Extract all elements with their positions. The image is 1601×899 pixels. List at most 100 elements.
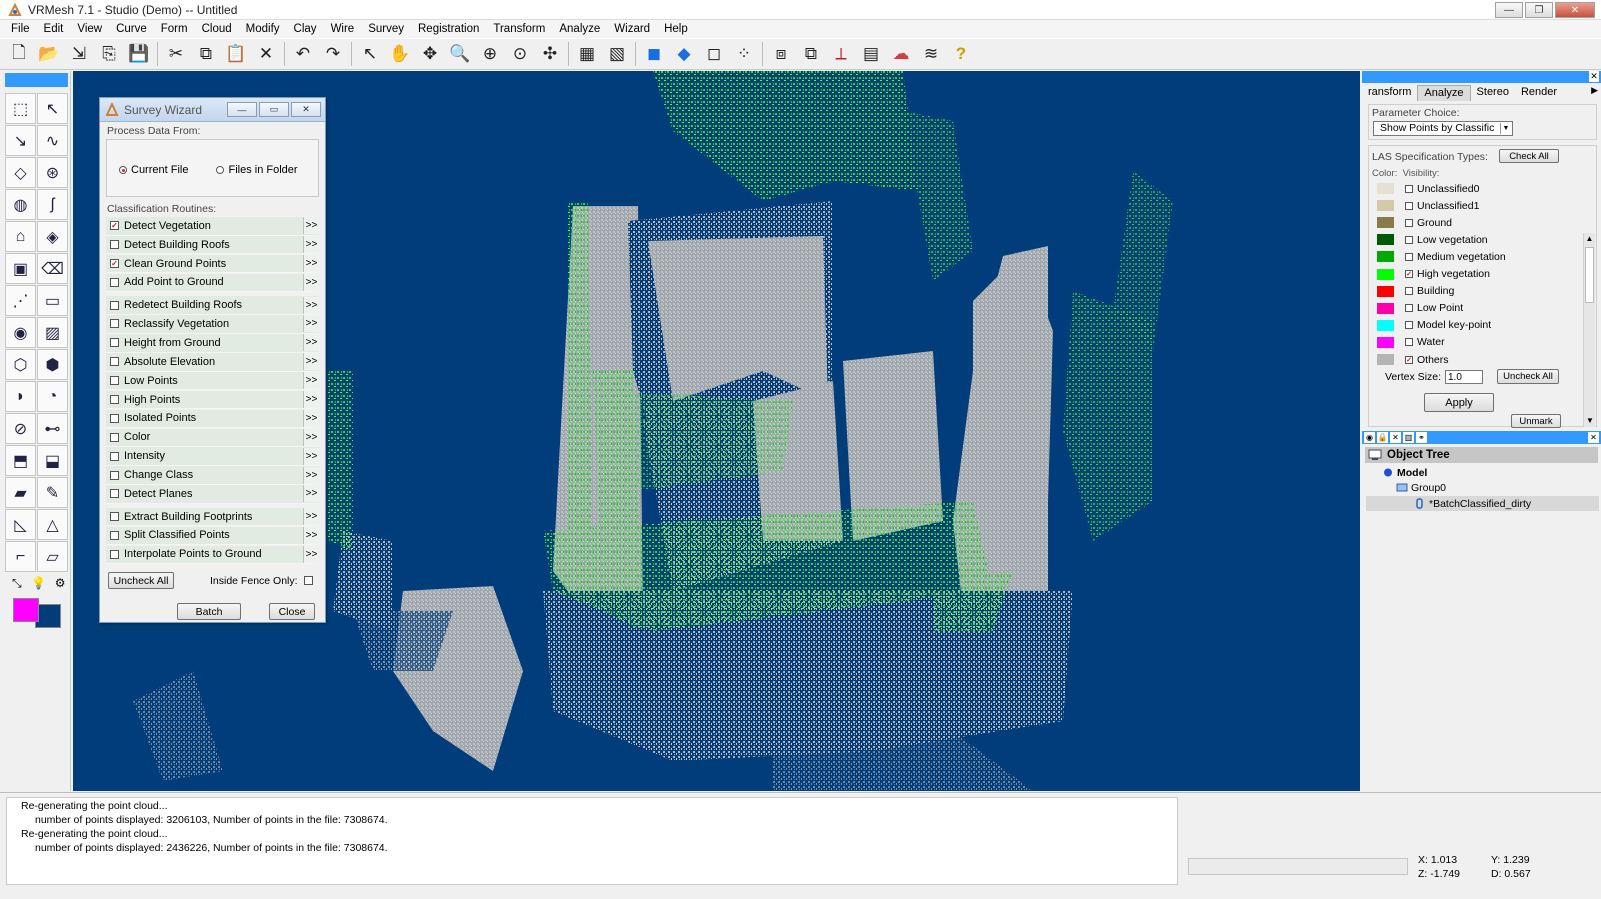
class-visibility-checkbox[interactable] bbox=[1405, 184, 1413, 193]
routine-row[interactable]: Isolated Points >> bbox=[106, 409, 319, 429]
routine-checkbox[interactable] bbox=[110, 240, 119, 250]
menu-file[interactable]: File bbox=[4, 20, 37, 38]
class-color-swatch[interactable] bbox=[1377, 251, 1394, 263]
files-in-folder-radio[interactable]: Files in Folder bbox=[216, 144, 298, 196]
class-color-swatch[interactable] bbox=[1377, 200, 1394, 212]
class-color-swatch[interactable] bbox=[1377, 319, 1394, 331]
wizard-close-button[interactable]: ✕ bbox=[291, 102, 321, 117]
menu-modify[interactable]: Modify bbox=[239, 20, 287, 38]
tree-item-model[interactable]: Model bbox=[1382, 465, 1427, 480]
routine-options-button[interactable]: >> bbox=[303, 273, 319, 291]
ruler-icon[interactable]: ▭ bbox=[37, 285, 68, 316]
smooth-curve-icon[interactable]: ʃ bbox=[37, 189, 68, 220]
check-all-button[interactable]: Check All bbox=[1499, 149, 1559, 163]
class-visibility-checkbox[interactable]: ✓ bbox=[1405, 355, 1413, 364]
menu-transform[interactable]: Transform bbox=[486, 20, 552, 38]
parameter-choice-select[interactable]: Show Points by Classific ▼ bbox=[1373, 121, 1513, 136]
undo-icon[interactable]: ↶ bbox=[288, 40, 318, 68]
class-visibility-checkbox[interactable]: ✓ bbox=[1405, 270, 1413, 278]
cloud-view-icon[interactable]: ⬚ bbox=[5, 93, 36, 124]
tube-icon[interactable]: ⊷ bbox=[37, 413, 68, 444]
routine-checkbox[interactable] bbox=[110, 432, 119, 442]
tab-stereo[interactable]: Stereo bbox=[1471, 85, 1515, 101]
uncheck-all-button[interactable]: Uncheck All bbox=[108, 572, 174, 590]
redo-icon[interactable]: ↷ bbox=[318, 40, 348, 68]
routine-options-button[interactable]: >> bbox=[303, 545, 319, 563]
menu-registration[interactable]: Registration bbox=[411, 20, 486, 38]
sphere-fit-icon[interactable]: ⊛ bbox=[37, 157, 68, 188]
measure-angle-icon[interactable]: △ bbox=[37, 509, 68, 540]
cut-icon[interactable]: ✂ bbox=[161, 40, 191, 68]
current-file-radio[interactable]: Current File bbox=[119, 144, 188, 196]
class-visibility-checkbox[interactable] bbox=[1405, 201, 1413, 210]
routine-checkbox[interactable] bbox=[110, 530, 119, 540]
colors-icon[interactable]: ☁ bbox=[886, 40, 916, 68]
routine-options-button[interactable]: >> bbox=[303, 485, 319, 503]
pan-hand-icon[interactable]: ✋ bbox=[385, 40, 415, 68]
smooth-shaded-icon[interactable]: ◆ bbox=[669, 40, 699, 68]
tabs-scroll-right-icon[interactable]: ▶ bbox=[1591, 85, 1601, 101]
extrude-icon[interactable]: ⬓ bbox=[37, 445, 68, 476]
grid-plane-icon[interactable]: ▧ bbox=[602, 40, 632, 68]
tab-render[interactable]: Render bbox=[1515, 85, 1563, 101]
routine-row[interactable]: Low Points >> bbox=[106, 371, 319, 391]
routine-options-button[interactable]: >> bbox=[303, 315, 319, 333]
vertex-size-input[interactable] bbox=[1445, 370, 1483, 384]
restore-button[interactable]: ❐ bbox=[1525, 2, 1553, 18]
menu-clay[interactable]: Clay bbox=[287, 20, 324, 38]
routine-options-button[interactable]: >> bbox=[303, 255, 319, 273]
class-color-swatch[interactable] bbox=[1377, 234, 1394, 246]
hexagon-icon[interactable]: ⬢ bbox=[37, 349, 68, 380]
routine-options-button[interactable]: >> bbox=[303, 526, 319, 544]
help-icon[interactable]: ? bbox=[946, 40, 976, 68]
class-visibility-checkbox[interactable] bbox=[1405, 218, 1413, 227]
routine-checkbox[interactable] bbox=[110, 357, 119, 367]
property-icon[interactable]: ▤ bbox=[856, 40, 886, 68]
routine-row[interactable]: Detect Planes >> bbox=[106, 485, 319, 504]
light-bulb-icon[interactable]: 💡 bbox=[29, 574, 49, 592]
menu-analyze[interactable]: Analyze bbox=[552, 20, 607, 38]
wizard-maximize-button[interactable]: ▭ bbox=[259, 102, 289, 117]
apply-button[interactable]: Apply bbox=[1424, 393, 1494, 412]
routine-row[interactable]: ✓ Detect Vegetation >> bbox=[106, 217, 319, 236]
transform-axis-icon[interactable]: ⤡ bbox=[7, 574, 27, 592]
class-visibility-checkbox[interactable] bbox=[1405, 321, 1413, 330]
class-color-swatch[interactable] bbox=[1377, 285, 1394, 297]
view-front-icon[interactable]: ⧈ bbox=[766, 40, 796, 68]
tab-analyze[interactable]: Analyze bbox=[1417, 85, 1471, 101]
scroll-down-icon[interactable]: ▼ bbox=[1584, 415, 1596, 427]
settings-gear-icon[interactable]: ⚙ bbox=[50, 574, 70, 592]
tab-transform[interactable]: ransform bbox=[1362, 85, 1417, 101]
eraser-icon[interactable]: ⌫ bbox=[37, 253, 68, 284]
color-map-icon[interactable]: ▰ bbox=[5, 477, 36, 508]
routine-options-button[interactable]: >> bbox=[303, 236, 319, 254]
routine-options-button[interactable]: >> bbox=[303, 217, 319, 235]
clay-icon[interactable]: ◗ bbox=[5, 381, 36, 412]
surface-edit-icon[interactable]: ⌂ bbox=[5, 221, 36, 252]
globe-icon[interactable]: ◍ bbox=[5, 189, 36, 220]
close-button[interactable]: ✕ bbox=[1555, 2, 1595, 18]
routine-checkbox[interactable] bbox=[110, 376, 119, 386]
routine-checkbox[interactable]: ✓ bbox=[110, 259, 119, 269]
routine-row[interactable]: Change Class >> bbox=[106, 466, 319, 485]
routine-row[interactable]: Add Point to Ground >> bbox=[106, 273, 319, 293]
object-tree-close-icon[interactable]: ✕ bbox=[1588, 432, 1599, 443]
routine-options-button[interactable]: >> bbox=[303, 409, 319, 427]
paste-icon[interactable]: 📋 bbox=[221, 40, 251, 68]
mesh-edit-icon[interactable]: ▨ bbox=[37, 317, 68, 348]
delete-icon[interactable]: ✕ bbox=[251, 40, 281, 68]
scroll-thumb[interactable] bbox=[1585, 247, 1594, 303]
class-visibility-checkbox[interactable] bbox=[1405, 304, 1413, 313]
fin-icon[interactable]: ⌐ bbox=[5, 541, 36, 572]
routine-checkbox[interactable] bbox=[110, 413, 119, 423]
class-color-swatch[interactable] bbox=[1377, 336, 1394, 348]
spline-icon[interactable]: ∿ bbox=[37, 125, 68, 156]
class-color-swatch[interactable] bbox=[1377, 183, 1394, 194]
class-visibility-checkbox[interactable] bbox=[1405, 338, 1413, 347]
link-icon[interactable]: ⚭ bbox=[1416, 432, 1427, 443]
wireframe-icon[interactable]: ◻ bbox=[699, 40, 729, 68]
routine-options-button[interactable]: >> bbox=[303, 334, 319, 352]
tree-item-group[interactable]: Group0 bbox=[1396, 480, 1446, 495]
palette-header[interactable] bbox=[5, 73, 68, 87]
routine-checkbox[interactable] bbox=[110, 277, 119, 287]
